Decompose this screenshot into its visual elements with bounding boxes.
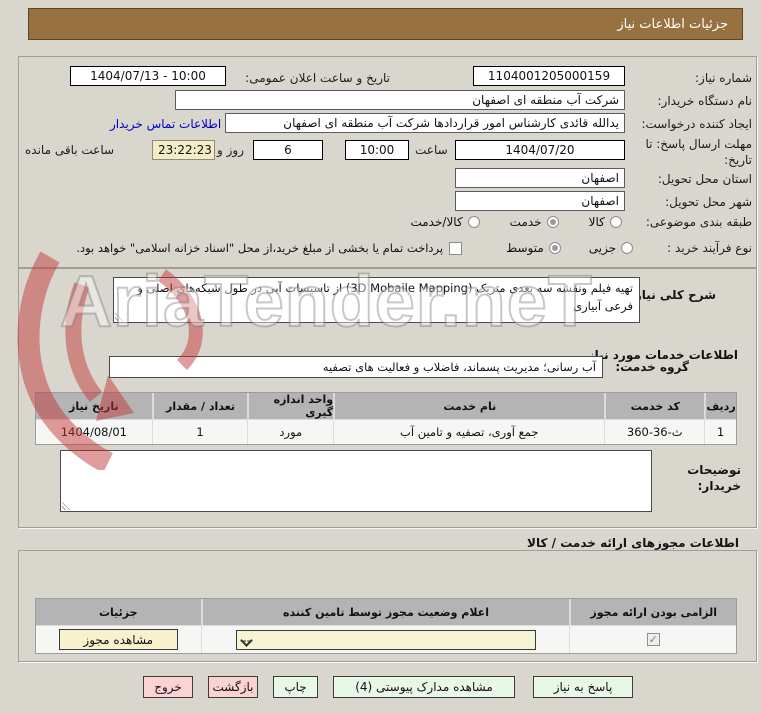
cell-license-required: ✓ [569, 625, 736, 653]
cell-unit: مورد [247, 419, 333, 444]
col-header-row-index: ردیف [704, 393, 736, 419]
licenses-section-title: اطلاعات مجوزهای ارائه خدمت / کالا [527, 536, 739, 550]
print-button[interactable]: چاپ [273, 676, 318, 698]
view-attachments-button[interactable]: مشاهده مدارک پیوستی (4) [333, 676, 515, 698]
services-table-header: ردیف کد خدمت نام خدمت واحد اندازه گیری ت… [36, 393, 736, 419]
delivery-province-label: استان محل تحویل: [658, 172, 752, 186]
radio-icon[interactable] [468, 216, 480, 228]
need-summary-field[interactable]: تهیه فیلم ونقشه سه بعدی متریک (3D Mobail… [113, 277, 640, 323]
buyer-org-label: نام دستگاه خریدار: [658, 94, 753, 108]
radio-option-goods-service[interactable]: کالا/خدمت [410, 215, 479, 229]
need-summary-text: تهیه فیلم ونقشه سه بعدی متریک (3D Mobail… [137, 281, 633, 313]
radio-icon[interactable] [610, 216, 622, 228]
radio-option-label: متوسط [506, 241, 544, 255]
purchase-process-row: نوع فرآیند خرید : جزیی متوسط پرداخت تمام… [76, 241, 752, 255]
delivery-city-field[interactable]: اصفهان [455, 191, 625, 211]
exit-button[interactable]: خروج [143, 676, 193, 698]
delivery-province-field[interactable]: اصفهان [455, 168, 625, 188]
radio-option-label: کالا [589, 215, 605, 229]
request-creator-field[interactable]: یدالله قائدی کارشناس امور قراردادها شرکت… [225, 113, 625, 133]
col-header-service-code: کد خدمت [604, 393, 704, 419]
radio-selected-icon[interactable] [547, 216, 559, 228]
table-row: ✓ -- مشاهده مجوز [36, 625, 736, 653]
subject-classification-row: طبقه بندی موضوعی: کالا خدمت کالا/خدمت [410, 215, 752, 229]
radio-icon[interactable] [621, 242, 633, 254]
need-summary-label: شرح کلی نیاز: [630, 288, 716, 302]
cell-service-code: 360-36-ث [604, 419, 704, 444]
deadline-hour-label: ساعت [415, 143, 448, 157]
remaining-hours-label: ساعت باقی مانده [25, 143, 114, 157]
deadline-date-field[interactable]: 1404/07/20 [455, 140, 625, 160]
col-header-unit: واحد اندازه گیری [247, 393, 333, 419]
cell-service-name: جمع آوری، تصفیه و تامین آب [333, 419, 604, 444]
countdown-timer: 23:22:23 [152, 140, 215, 160]
col-header-license-required: الزامی بودن ارائه مجوز [569, 599, 736, 625]
treasury-payment-label: پرداخت تمام یا بخشی از مبلغ خرید،از محل … [76, 241, 443, 255]
licenses-table: الزامی بودن ارائه مجوز اعلام وضعیت مجوز … [35, 598, 737, 654]
radio-option-medium[interactable]: متوسط [506, 241, 561, 255]
purchase-process-label: نوع فرآیند خرید : [667, 241, 752, 255]
cell-quantity: 1 [152, 419, 248, 444]
col-header-details: جزئیات [36, 599, 201, 625]
service-group-field[interactable]: آب رسانی؛ مدیریت پسماند، فاضلاب و فعالیت… [109, 356, 603, 378]
resize-handle-icon[interactable] [115, 311, 125, 321]
resize-handle-icon[interactable] [62, 500, 72, 510]
page-title: جزئیات اطلاعات نیاز [617, 17, 728, 32]
announce-datetime-field[interactable]: 1404/07/13 - 10:00 [70, 66, 226, 86]
request-creator-label: ایجاد کننده درخواست: [641, 117, 752, 131]
response-deadline-label: مهلت ارسال پاسخ: تا تاریخ: [632, 137, 752, 168]
col-header-service-name: نام خدمت [333, 393, 604, 419]
cell-details: مشاهده مجوز [36, 625, 201, 653]
radio-option-label: کالا/خدمت [410, 215, 462, 229]
buyer-notes-textarea[interactable] [60, 450, 652, 512]
license-status-select[interactable]: -- [236, 630, 536, 650]
buyer-notes-label: توضیحات خریدار: [687, 462, 741, 494]
view-license-button[interactable]: مشاهده مجوز [59, 629, 178, 650]
back-button[interactable]: بازگشت [208, 676, 258, 698]
radio-option-label: خدمت [510, 215, 542, 229]
table-row: 1 360-36-ث جمع آوری، تصفیه و تامین آب مو… [36, 419, 736, 444]
checkbox-icon[interactable] [449, 242, 462, 255]
col-header-need-date: تاریخ نیاز [36, 393, 152, 419]
licenses-table-header: الزامی بودن ارائه مجوز اعلام وضعیت مجوز … [36, 599, 736, 625]
need-details-page: جزئیات اطلاعات نیاز شماره نیاز: 11040012… [0, 0, 761, 713]
announce-datetime-label: تاریخ و ساعت اعلان عمومی: [245, 71, 390, 85]
cell-need-date: 1404/08/01 [36, 419, 152, 444]
remaining-days-field[interactable]: 6 [253, 140, 323, 160]
need-number-field[interactable]: 1104001205000159 [473, 66, 625, 86]
buyer-notes-label-line1: توضیحات [687, 463, 741, 477]
buyer-contact-link[interactable]: اطلاعات تماس خریدار [110, 117, 221, 131]
respond-to-need-button[interactable]: پاسخ به نیاز [533, 676, 633, 698]
radio-option-service[interactable]: خدمت [510, 215, 559, 229]
cell-license-status: -- [201, 625, 570, 653]
radio-option-partial[interactable]: جزیی [589, 241, 633, 255]
radio-option-label: جزیی [589, 241, 616, 255]
cell-row-index: 1 [704, 419, 736, 444]
radio-selected-icon[interactable] [549, 242, 561, 254]
services-table: ردیف کد خدمت نام خدمت واحد اندازه گیری ت… [35, 392, 737, 445]
checked-checkbox-icon[interactable]: ✓ [647, 633, 660, 646]
delivery-city-label: شهر محل تحویل: [665, 195, 752, 209]
col-header-license-status: اعلام وضعیت مجوز توسط تامین کننده [201, 599, 570, 625]
need-number-label: شماره نیاز: [695, 71, 752, 85]
page-title-bar: جزئیات اطلاعات نیاز [28, 8, 743, 40]
service-group-label: گروه خدمت: [615, 360, 689, 374]
deadline-time-field[interactable]: 10:00 [345, 140, 409, 160]
radio-option-goods[interactable]: کالا [589, 215, 622, 229]
col-header-quantity: تعداد / مقدار [152, 393, 248, 419]
buyer-org-field[interactable]: شرکت آب منطقه ای اصفهان [175, 90, 625, 110]
subject-classification-label: طبقه بندی موضوعی: [646, 215, 752, 229]
treasury-payment-checkbox-option[interactable]: پرداخت تمام یا بخشی از مبلغ خرید،از محل … [76, 241, 462, 255]
buyer-notes-label-line2: خریدار: [698, 479, 741, 493]
remaining-days-label: روز و [217, 143, 244, 157]
